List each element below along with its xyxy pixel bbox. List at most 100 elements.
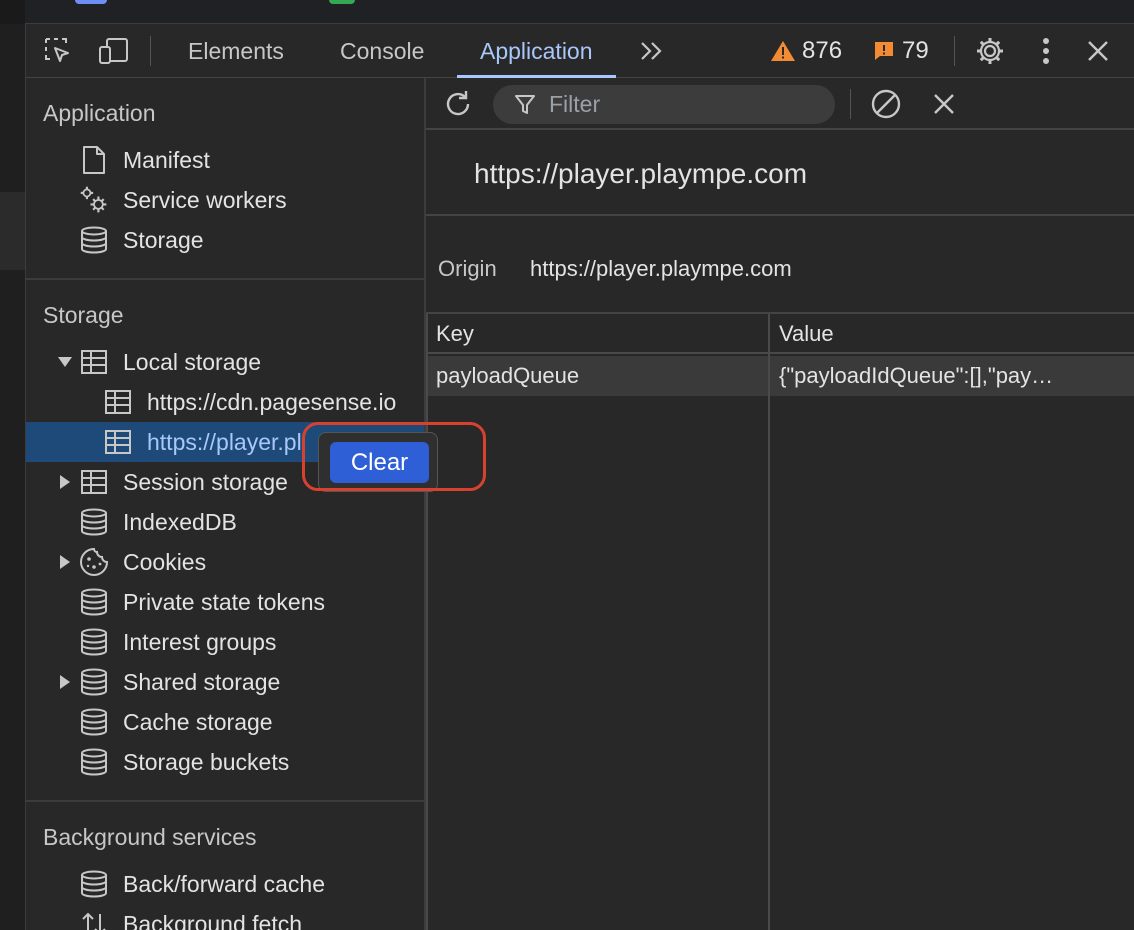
expand-arrow-right-icon[interactable] <box>58 462 72 502</box>
column-divider <box>426 314 428 930</box>
issue-icon <box>875 42 893 60</box>
page-strip-top <box>0 0 25 24</box>
header-divider <box>426 214 1134 216</box>
sidebar-item-label: Cookies <box>123 548 207 575</box>
sidebar-item-label: Private state tokens <box>123 588 325 615</box>
database-icon <box>79 622 109 662</box>
expand-arrow-down-icon[interactable] <box>58 342 72 382</box>
database-icon <box>79 864 109 904</box>
database-icon <box>79 702 109 742</box>
warnings-counter[interactable]: 876 <box>770 35 842 67</box>
errors-count: 79 <box>902 37 929 64</box>
column-divider[interactable] <box>768 314 770 930</box>
toolbar-separator <box>954 36 955 66</box>
expand-arrow-right-icon[interactable] <box>58 662 72 702</box>
application-sidebar: Application Manifest Service workers Sto… <box>26 78 426 930</box>
page-strip <box>0 0 25 930</box>
local-storage-origin-cdn-pagesense[interactable]: https://cdn.pagesense.io <box>26 382 424 422</box>
sidebar-item-label: Manifest <box>123 146 210 173</box>
sidebar-item-local-storage[interactable]: Local storage <box>26 342 424 382</box>
gears-icon <box>79 180 109 220</box>
refresh-icon[interactable] <box>442 88 474 120</box>
table-icon <box>103 382 133 422</box>
database-icon <box>79 662 109 702</box>
highlight-ring <box>302 422 486 491</box>
cookie-icon <box>79 542 109 582</box>
sidebar-item-label: https://player.pl <box>147 428 302 455</box>
sidebar-item-shared-storage[interactable]: Shared storage <box>26 662 424 702</box>
warning-icon <box>771 41 795 61</box>
device-toolbar-icon[interactable] <box>98 35 130 67</box>
database-icon <box>79 502 109 542</box>
close-devtools-icon[interactable] <box>1082 35 1114 67</box>
page-strip-band <box>0 192 25 270</box>
toolbar-separator <box>150 36 151 66</box>
settings-gear-icon[interactable] <box>974 35 1006 67</box>
table-cell-value[interactable]: {"payloadIdQueue":[],"pay… <box>769 356 1134 396</box>
section-title-background-services: Background services <box>43 824 257 850</box>
section-title-application: Application <box>43 100 156 126</box>
sidebar-item-label: Background fetch <box>123 910 303 930</box>
inspect-element-icon[interactable] <box>42 35 74 67</box>
section-divider <box>26 278 424 280</box>
column-header-key[interactable]: Key <box>426 314 769 354</box>
sidebar-item-cookies[interactable]: Cookies <box>26 542 424 582</box>
errors-counter[interactable]: 79 <box>872 35 929 67</box>
sidebar-item-indexeddb[interactable]: IndexedDB <box>26 502 424 542</box>
document-icon <box>79 140 109 180</box>
sidebar-item-cache-storage[interactable]: Cache storage <box>26 702 424 742</box>
sidebar-item-label: IndexedDB <box>123 508 237 535</box>
up-down-arrows-icon <box>79 904 109 930</box>
sidebar-item-label: Cache storage <box>123 708 273 735</box>
sidebar-item-private-state-tokens[interactable]: Private state tokens <box>26 582 424 622</box>
sidebar-item-background-fetch[interactable]: Background fetch <box>26 904 424 930</box>
database-icon <box>79 582 109 622</box>
sidebar-item-service-workers[interactable]: Service workers <box>26 180 424 220</box>
local-storage-view: Filter https://player.plaympe.com Origin… <box>426 78 1134 930</box>
table-icon <box>79 342 109 382</box>
more-tabs-icon[interactable] <box>636 35 668 67</box>
warnings-count: 876 <box>802 37 843 64</box>
table-icon <box>103 422 133 462</box>
sidebar-item-label: https://cdn.pagesense.io <box>147 388 397 415</box>
section-title-storage: Storage <box>43 302 124 328</box>
clear-all-icon[interactable] <box>870 88 902 120</box>
expand-arrow-right-icon[interactable] <box>58 542 72 582</box>
tab-favicon <box>75 0 107 4</box>
sidebar-item-label: Service workers <box>123 186 287 213</box>
database-icon <box>79 220 109 260</box>
devtools-toolbar: Elements Console Application 876 79 <box>26 24 1134 78</box>
tab-console[interactable]: Console <box>340 24 424 78</box>
origin-value: https://player.plaympe.com <box>530 256 792 281</box>
tab-application[interactable]: Application <box>457 24 615 78</box>
toolbar-separator <box>850 89 851 119</box>
origin-label: Origin <box>438 256 497 281</box>
filter-placeholder: Filter <box>549 91 601 117</box>
sidebar-item-back-forward-cache[interactable]: Back/forward cache <box>26 864 424 904</box>
sidebar-item-manifest[interactable]: Manifest <box>26 140 424 180</box>
database-icon <box>79 742 109 782</box>
sidebar-item-label: Local storage <box>123 348 262 375</box>
column-header-value[interactable]: Value <box>769 314 1134 354</box>
local-storage-table: Key Value payloadQueue {"payloadIdQueue"… <box>426 314 1134 930</box>
section-divider <box>26 800 424 802</box>
sidebar-item-label: Session storage <box>123 468 288 495</box>
table-icon <box>79 462 109 502</box>
delete-selected-icon[interactable] <box>928 88 960 120</box>
tab-elements[interactable]: Elements <box>188 24 284 78</box>
sidebar-item-storage-buckets[interactable]: Storage buckets <box>26 742 424 782</box>
sidebar-item-interest-groups[interactable]: Interest groups <box>26 622 424 662</box>
devtools-panel: Elements Console Application 876 79 Appl… <box>25 24 1134 930</box>
sidebar-item-label: Shared storage <box>123 668 281 695</box>
sidebar-item-label: Interest groups <box>123 628 277 655</box>
tab-favicon <box>329 0 355 4</box>
sidebar-item-label: Storage <box>123 226 204 253</box>
origin-heading: https://player.plaympe.com <box>474 158 808 189</box>
sidebar-item-label: Storage buckets <box>123 748 290 775</box>
table-cell-key[interactable]: payloadQueue <box>426 356 769 396</box>
storage-filter-bar: Filter <box>426 78 1134 130</box>
sidebar-item-storage[interactable]: Storage <box>26 220 424 260</box>
more-options-icon[interactable] <box>1030 35 1062 67</box>
filter-input[interactable]: Filter <box>493 85 835 124</box>
filter-funnel-icon <box>515 94 535 121</box>
